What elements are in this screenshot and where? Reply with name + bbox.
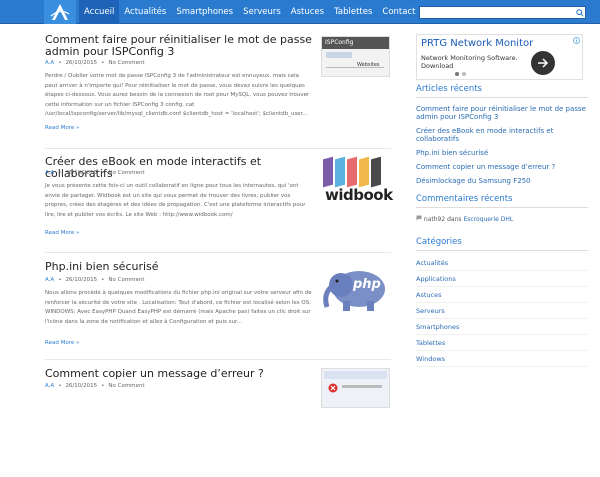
post-list: Comment faire pour réinitialiser le mot … bbox=[45, 32, 393, 477]
post-meta: A.A • 26/10/2015 • No Comment bbox=[45, 383, 145, 389]
dialog-titlebar bbox=[324, 371, 387, 379]
thumb-shape bbox=[371, 156, 381, 188]
recent-comments-widget: Commentaires récents nath92 dans Escroqu… bbox=[416, 194, 588, 227]
ad-banner[interactable]: PRTG Network Monitor Network Monitoring … bbox=[416, 34, 583, 80]
thumb-label: widbook bbox=[325, 186, 393, 204]
logo-icon bbox=[50, 4, 70, 20]
recent-post-link[interactable]: Désimlockage du Samsung F250 bbox=[416, 174, 588, 188]
nav-item-contact[interactable]: Contact bbox=[377, 0, 420, 24]
comment-author[interactable]: nath92 bbox=[424, 216, 445, 223]
recent-post-link[interactable]: Créer des eBook en mode interactifs et c… bbox=[416, 124, 588, 146]
comment-post-link[interactable]: Escroquerie DHL bbox=[463, 216, 513, 223]
post-thumbnail[interactable] bbox=[321, 368, 390, 408]
post-comments[interactable]: No Comment bbox=[108, 383, 144, 389]
post-item: Php.ini bien sécurisé A.A • 26/10/2015 •… bbox=[45, 253, 391, 360]
category-link[interactable]: Applications bbox=[416, 271, 588, 287]
ad-info-icon[interactable] bbox=[573, 37, 580, 44]
post-comments[interactable]: No Comment bbox=[108, 277, 144, 283]
post-meta: A.A • 26/10/2015 • No Comment bbox=[45, 170, 145, 176]
category-link[interactable]: Smartphones bbox=[416, 319, 588, 335]
post-author[interactable]: A.A bbox=[45, 277, 54, 283]
post-meta: A.A • 26/10/2015 • No Comment bbox=[45, 60, 145, 66]
nav-item-tablettes[interactable]: Tablettes bbox=[329, 0, 377, 24]
recent-post-link[interactable]: Comment faire pour réinitialiser le mot … bbox=[416, 102, 588, 124]
post-meta: A.A • 26/10/2015 • No Comment bbox=[45, 277, 145, 283]
ad-pager bbox=[455, 72, 466, 76]
recent-comments-list: nath92 dans Escroquerie DHL bbox=[416, 212, 588, 227]
widget-title: Articles récents bbox=[416, 84, 588, 98]
post-date: 26/10/2015 bbox=[65, 383, 98, 389]
post-item: Comment faire pour réinitialiser le mot … bbox=[45, 32, 391, 149]
post-date: 26/10/2015 bbox=[65, 60, 98, 66]
post-thumbnail[interactable]: ISPConfig Websites bbox=[321, 36, 390, 77]
comment-sep: dans bbox=[447, 216, 462, 223]
arrow-right-icon bbox=[538, 58, 549, 68]
categories-list: Actualités Applications Astuces Serveurs… bbox=[416, 255, 588, 367]
thumb-bar bbox=[326, 52, 352, 58]
error-icon bbox=[328, 383, 338, 393]
thumb-shape bbox=[335, 156, 345, 188]
category-link[interactable]: Actualités bbox=[416, 255, 588, 271]
main-nav: Accueil Actualités Smartphones Serveurs … bbox=[79, 0, 420, 24]
thumb-label: ISPConfig bbox=[322, 37, 389, 49]
recent-posts-widget: Articles récents Comment faire pour réin… bbox=[416, 84, 588, 188]
top-navbar: Accueil Actualités Smartphones Serveurs … bbox=[0, 0, 600, 24]
post-excerpt: Je vous présente cette fois-ci un outil … bbox=[45, 183, 306, 218]
post-title[interactable]: Comment faire pour réinitialiser le mot … bbox=[45, 34, 315, 58]
dialog-text-line bbox=[342, 385, 382, 388]
nav-item-accueil[interactable]: Accueil bbox=[79, 0, 120, 24]
read-more-link[interactable]: Read More » bbox=[45, 340, 79, 346]
nav-item-smartphones[interactable]: Smartphones bbox=[171, 0, 238, 24]
ad-pager-dot[interactable] bbox=[455, 72, 459, 76]
sidebar: PRTG Network Monitor Network Monitoring … bbox=[416, 34, 588, 367]
post-title[interactable]: Php.ini bien sécurisé bbox=[45, 261, 315, 273]
comment-bubble-icon bbox=[416, 215, 424, 223]
site-logo[interactable] bbox=[44, 0, 76, 24]
category-link[interactable]: Astuces bbox=[416, 287, 588, 303]
post-excerpt: Nous allons procédé à quelques modificat… bbox=[45, 290, 312, 325]
post-title[interactable]: Créer des eBook en mode interactifs et c… bbox=[45, 156, 315, 180]
post-excerpt: Perdre / Oublier votre mot de passe ISPC… bbox=[45, 73, 310, 117]
ad-arrow-button[interactable] bbox=[531, 51, 555, 75]
thumb-shape bbox=[323, 156, 333, 188]
post-comments[interactable]: No Comment bbox=[108, 60, 144, 66]
nav-item-astuces[interactable]: Astuces bbox=[286, 0, 329, 24]
category-link[interactable]: Serveurs bbox=[416, 303, 588, 319]
post-thumbnail[interactable]: widbook bbox=[321, 156, 393, 210]
ad-pager-dot[interactable] bbox=[462, 72, 466, 76]
read-more-link[interactable]: Read More » bbox=[45, 125, 79, 131]
post-comments[interactable]: No Comment bbox=[108, 170, 144, 176]
category-link[interactable]: Tablettes bbox=[416, 335, 588, 351]
thumb-label: php bbox=[353, 277, 381, 292]
ad-text: Network Monitoring Software. Download bbox=[421, 54, 518, 70]
recent-post-link[interactable]: Php.ini bien sécurisé bbox=[416, 146, 588, 160]
recent-post-link[interactable]: Comment copier un message d’erreur ? bbox=[416, 160, 588, 174]
read-more-link[interactable]: Read More » bbox=[45, 230, 79, 236]
post-date: 26/10/2015 bbox=[65, 277, 98, 283]
post-item: Comment copier un message d’erreur ? A.A… bbox=[45, 360, 391, 477]
nav-item-serveurs[interactable]: Serveurs bbox=[238, 0, 286, 24]
post-thumbnail[interactable]: php bbox=[321, 265, 390, 313]
category-link[interactable]: Windows bbox=[416, 351, 588, 367]
post-title[interactable]: Comment copier un message d’erreur ? bbox=[45, 368, 315, 380]
nav-item-actualites[interactable]: Actualités bbox=[119, 0, 171, 24]
post-item: Créer des eBook en mode interactifs et c… bbox=[45, 149, 393, 253]
search-input[interactable] bbox=[419, 6, 586, 19]
ad-title[interactable]: PRTG Network Monitor bbox=[421, 38, 533, 49]
post-date: 26/10/2015 bbox=[65, 170, 98, 176]
thumb-shape bbox=[359, 156, 369, 188]
post-author[interactable]: A.A bbox=[45, 60, 54, 66]
post-author[interactable]: A.A bbox=[45, 383, 54, 389]
post-author[interactable]: A.A bbox=[45, 170, 54, 176]
recent-posts-list: Comment faire pour réinitialiser le mot … bbox=[416, 102, 588, 188]
widget-title: Catégories bbox=[416, 237, 588, 251]
recent-comment-item: nath92 dans Escroquerie DHL bbox=[416, 212, 588, 227]
widget-title: Commentaires récents bbox=[416, 194, 588, 208]
search-icon bbox=[576, 8, 584, 17]
categories-widget: Catégories Actualités Applications Astuc… bbox=[416, 237, 588, 367]
thumb-shape bbox=[347, 156, 357, 188]
thumb-divider bbox=[326, 67, 384, 68]
search-button[interactable] bbox=[574, 6, 586, 19]
